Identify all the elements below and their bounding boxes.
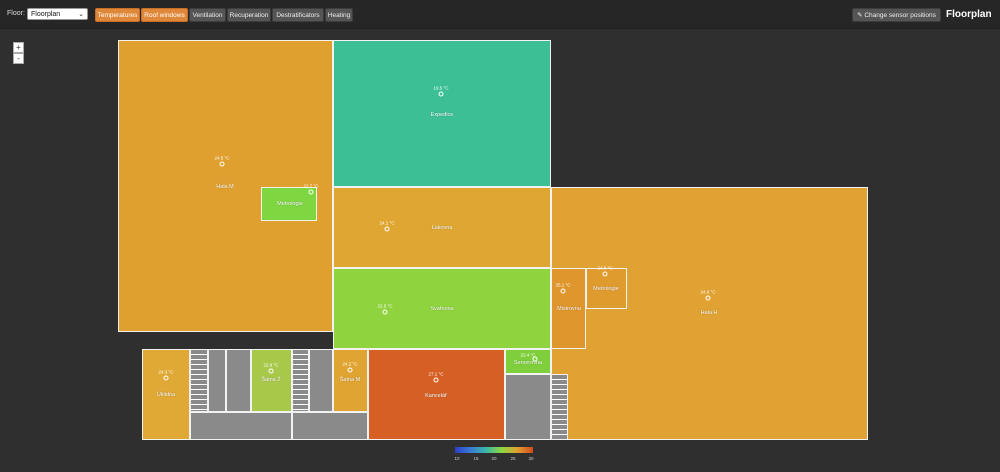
sensor-temperature: 25.1 °C: [555, 282, 571, 288]
corridor: [505, 374, 551, 440]
tab-temperatures[interactable]: Temperatures: [95, 8, 140, 22]
page-title: Floorplan: [946, 9, 992, 20]
tab-heating[interactable]: Heating: [325, 8, 353, 22]
zoom-out-button[interactable]: -: [13, 53, 24, 64]
edit-icon: ✎: [857, 12, 863, 19]
sensor-temperature: 24.3 °C: [158, 369, 174, 375]
sensor-temperature: 27.1 °C: [428, 371, 444, 377]
tab-ventilation[interactable]: Ventilation: [189, 8, 226, 22]
sensor-marker[interactable]: [219, 161, 225, 167]
floor-label: Floor:: [7, 10, 25, 17]
sensor-marker[interactable]: [705, 295, 711, 301]
staircase: [292, 349, 309, 412]
sensor-marker[interactable]: [560, 288, 566, 294]
staircase: [190, 349, 208, 412]
room-label: Mistrovna: [557, 306, 581, 312]
room-label: Metrologie: [593, 286, 619, 292]
legend-tick: 30: [528, 456, 534, 461]
sensor-temperature: 24.5 °C: [214, 155, 230, 161]
sensor-temperature: 24.1 °C: [379, 220, 395, 226]
room-label: Šatna Ž: [261, 377, 281, 383]
top-toolbar: Floor: Floorplan ⌄ Temperatures Roof win…: [0, 0, 1000, 29]
sensor-marker[interactable]: [382, 309, 388, 315]
sensor-marker[interactable]: [163, 375, 169, 381]
tab-destratificators[interactable]: Destratificators: [272, 8, 324, 22]
sensor-marker[interactable]: [433, 377, 439, 383]
sensor-marker[interactable]: [268, 368, 274, 374]
room-label: Svařovna: [430, 306, 454, 312]
sensor-marker[interactable]: [384, 226, 390, 232]
sensor-marker[interactable]: [308, 189, 314, 195]
legend-tick: 10: [454, 456, 460, 461]
chevron-down-icon: ⌄: [78, 11, 84, 18]
room-label: Hala M: [216, 184, 234, 190]
temperature-legend-bar: [455, 447, 533, 453]
change-sensor-positions-label: Change sensor positions: [864, 12, 936, 19]
corridor: [190, 412, 292, 440]
room-label: Úklidna: [156, 392, 176, 398]
legend-tick: 15: [473, 456, 479, 461]
change-sensor-positions-button[interactable]: ✎ Change sensor positions: [852, 8, 941, 22]
room-label: Hala H: [700, 310, 718, 316]
sensor-marker[interactable]: [438, 91, 444, 97]
zoom-in-button[interactable]: +: [13, 42, 24, 53]
sensor-temperature: 22.8 °C: [263, 362, 279, 368]
app-frame: Floor: Floorplan ⌄ Temperatures Roof win…: [0, 0, 1000, 472]
room-label: Metrologie: [277, 201, 303, 207]
sensor-temperature: 24.8 °C: [597, 265, 613, 271]
sensor-temperature: 24.6 °C: [700, 289, 716, 295]
sensor-marker[interactable]: [602, 271, 608, 277]
tab-recuperation[interactable]: Recuperation: [227, 8, 271, 22]
sensor-marker[interactable]: [347, 367, 353, 373]
sensor-temperature: 22.5 °C: [377, 303, 393, 309]
room-label: Lakovna: [431, 225, 453, 231]
legend-tick: 25: [510, 456, 516, 461]
room-label: Serverovna: [513, 360, 543, 366]
corridor: [292, 412, 368, 440]
corridor: [208, 349, 226, 412]
floor-select[interactable]: Floorplan ⌄: [27, 8, 88, 20]
room-label: Šatna M: [339, 377, 361, 383]
floor-select-value: Floorplan: [31, 11, 61, 18]
sensor-temperature: 24.2 °C: [342, 361, 358, 367]
sensor-temperature: 22.7 °C: [303, 183, 319, 189]
sensor-temperature: 19.5 °C: [433, 85, 449, 91]
corridor: [309, 349, 333, 412]
staircase: [551, 374, 568, 440]
room-label: Kancelář: [425, 393, 447, 399]
legend-tick: 20: [491, 456, 497, 461]
room-label: Expedice: [430, 112, 454, 118]
corridor: [226, 349, 251, 412]
tab-roof-windows[interactable]: Roof windows: [141, 8, 188, 22]
